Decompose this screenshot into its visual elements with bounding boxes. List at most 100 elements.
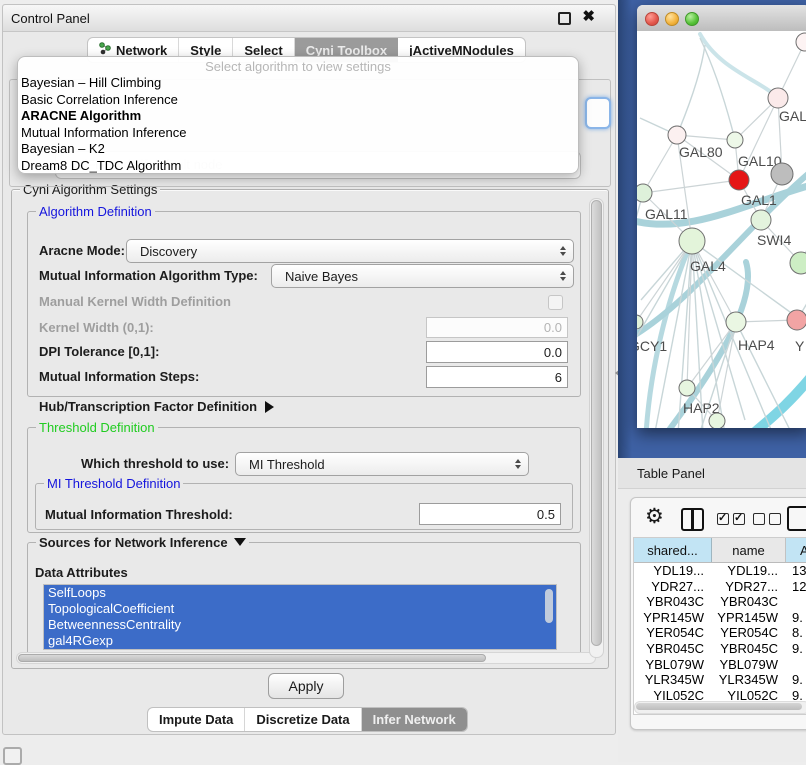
- scrollbar-thumb[interactable]: [591, 200, 602, 646]
- column-layout-icon[interactable]: [681, 508, 704, 531]
- algorithm-option[interactable]: ARACNE Algorithm: [18, 108, 578, 125]
- table-horizontal-scrollbar[interactable]: [634, 701, 806, 714]
- checked-checkbox-icon[interactable]: [733, 513, 745, 525]
- network-node[interactable]: [771, 163, 793, 185]
- network-node-label: GAL80: [679, 144, 723, 160]
- scrollbar-thumb[interactable]: [18, 654, 486, 662]
- network-node[interactable]: [796, 33, 806, 51]
- table-row[interactable]: YDL19...YDL19...13: [634, 563, 806, 579]
- network-node[interactable]: [751, 210, 771, 230]
- mi-type-value: Naive Bayes: [285, 269, 358, 284]
- network-node[interactable]: [727, 132, 743, 148]
- network-node[interactable]: [668, 126, 686, 144]
- unchecked-checkbox-icon[interactable]: [753, 513, 765, 525]
- table-row[interactable]: YDR27...YDR27...12: [634, 579, 806, 595]
- algorithm-option[interactable]: Mutual Information Inference: [18, 125, 578, 142]
- attribute-list-item[interactable]: TopologicalCoefficient: [44, 601, 556, 617]
- table-row[interactable]: YLR345WYLR345W9.: [634, 672, 806, 688]
- algorithm-option[interactable]: Dream8 DC_TDC Algorithm: [18, 158, 578, 174]
- control-panel-titlebar: Control Panel ✖: [3, 5, 615, 32]
- tab-impute-data[interactable]: Impute Data: [148, 708, 245, 731]
- algorithm-combo-focus-fragment[interactable]: [585, 97, 611, 129]
- aracne-mode-combo[interactable]: Discovery: [126, 239, 574, 263]
- network-node[interactable]: [790, 252, 806, 274]
- network-node[interactable]: [726, 312, 746, 332]
- network-node-label: GAL11: [645, 206, 688, 222]
- sources-group-toggle[interactable]: Sources for Network Inference: [36, 535, 249, 550]
- table-cell: YBL079W: [634, 657, 712, 673]
- mi-steps-label: Mutual Information Steps:: [39, 369, 199, 384]
- network-node[interactable]: [787, 310, 806, 330]
- minimize-traffic-light-icon[interactable]: [665, 12, 679, 26]
- list-scrollbar-thumb[interactable]: [545, 589, 553, 623]
- table-row[interactable]: YBR043CYBR043C: [634, 594, 806, 610]
- scrollbar-thumb[interactable]: [636, 703, 802, 710]
- collapsed-panel-button[interactable]: [3, 747, 22, 765]
- tab-label: Infer Network: [373, 712, 456, 727]
- mi-steps-field[interactable]: 6: [426, 366, 568, 388]
- attribute-list-item[interactable]: SelfLoops: [44, 585, 556, 601]
- kernel-width-label: Kernel Width (0,1):: [39, 320, 154, 335]
- network-edge[interactable]: [643, 135, 677, 193]
- gear-icon[interactable]: ⚙: [645, 504, 664, 529]
- network-node-label: SWI4: [757, 232, 791, 248]
- column-header-clipped[interactable]: A: [786, 538, 806, 562]
- close-traffic-light-icon[interactable]: [645, 12, 659, 26]
- network-edge[interactable]: [643, 180, 739, 193]
- table-cell: YPR145W: [634, 610, 712, 626]
- network-node-label: HAP4: [738, 337, 775, 353]
- table-cell: YPR145W: [712, 610, 786, 626]
- network-node[interactable]: [637, 184, 652, 202]
- network-node[interactable]: [729, 170, 749, 190]
- network-node[interactable]: [768, 88, 788, 108]
- which-threshold-combo[interactable]: MI Threshold: [235, 452, 529, 476]
- checked-checkbox-icon[interactable]: [717, 513, 729, 525]
- network-node-label: GAL4: [690, 258, 726, 274]
- mi-type-combo[interactable]: Naive Bayes: [271, 264, 574, 288]
- table-panel-title: Table Panel: [637, 466, 705, 481]
- table-cell: [786, 594, 806, 610]
- close-icon[interactable]: ✖: [582, 9, 595, 25]
- network-canvas[interactable]: GALGAL80GAL10GAL1GAL11SWI4GAL4GCY1HAP4YH…: [637, 31, 806, 428]
- mi-threshold-field[interactable]: 0.5: [419, 503, 561, 525]
- network-edge[interactable]: [687, 322, 736, 388]
- float-panel-icon[interactable]: [558, 12, 571, 25]
- network-node[interactable]: [679, 228, 705, 254]
- table-cell: 9.: [786, 672, 806, 688]
- column-header-shared-name[interactable]: shared...: [634, 538, 712, 562]
- manual-kernel-checkbox[interactable]: [548, 295, 563, 310]
- table-cell: YBR045C: [712, 641, 786, 657]
- hub-definition-toggle[interactable]: Hub/Transcription Factor Definition: [39, 399, 274, 414]
- tab-discretize-data[interactable]: Discretize Data: [245, 708, 361, 731]
- tab-infer-network[interactable]: Infer Network: [362, 708, 467, 731]
- table-row[interactable]: YBR045CYBR045C9.: [634, 641, 806, 657]
- combo-spinner-icon: [560, 246, 566, 256]
- settings-vertical-scrollbar[interactable]: [589, 198, 604, 658]
- attribute-list-item[interactable]: gal4RGexp: [44, 633, 556, 649]
- apply-button[interactable]: Apply: [268, 673, 344, 699]
- network-node[interactable]: [679, 380, 695, 396]
- combo-spinner-icon: [560, 271, 566, 281]
- network-node[interactable]: [709, 413, 725, 428]
- table-cell: YDL19...: [712, 563, 786, 579]
- table-cell: 12: [786, 579, 806, 595]
- dpi-tolerance-field[interactable]: 0.0: [426, 341, 568, 363]
- sources-group-title: Sources for Network Inference: [39, 535, 228, 550]
- table-tool-icon[interactable]: [787, 506, 806, 531]
- unchecked-checkbox-icon[interactable]: [769, 513, 781, 525]
- algorithm-option[interactable]: Basic Correlation Inference: [18, 92, 578, 109]
- algorithm-option[interactable]: Bayesian – K2: [18, 141, 578, 158]
- zoom-traffic-light-icon[interactable]: [685, 12, 699, 26]
- column-header-name[interactable]: name: [712, 538, 786, 562]
- table-row[interactable]: YBL079WYBL079W: [634, 657, 806, 673]
- mi-type-label: Mutual Information Algorithm Type:: [39, 268, 258, 283]
- algorithm-option[interactable]: Bayesian – Hill Climbing: [18, 75, 578, 92]
- settings-horizontal-scrollbar[interactable]: [16, 652, 596, 664]
- table-header-row: shared... name A: [634, 538, 806, 563]
- attribute-list-item[interactable]: BetweennessCentrality: [44, 617, 556, 633]
- table-row[interactable]: YER054CYER054C8.: [634, 625, 806, 641]
- kernel-width-field[interactable]: 0.0: [426, 317, 568, 338]
- table-cell: YBR043C: [634, 594, 712, 610]
- data-attributes-label: Data Attributes: [35, 565, 128, 580]
- table-row[interactable]: YPR145WYPR145W9.: [634, 610, 806, 626]
